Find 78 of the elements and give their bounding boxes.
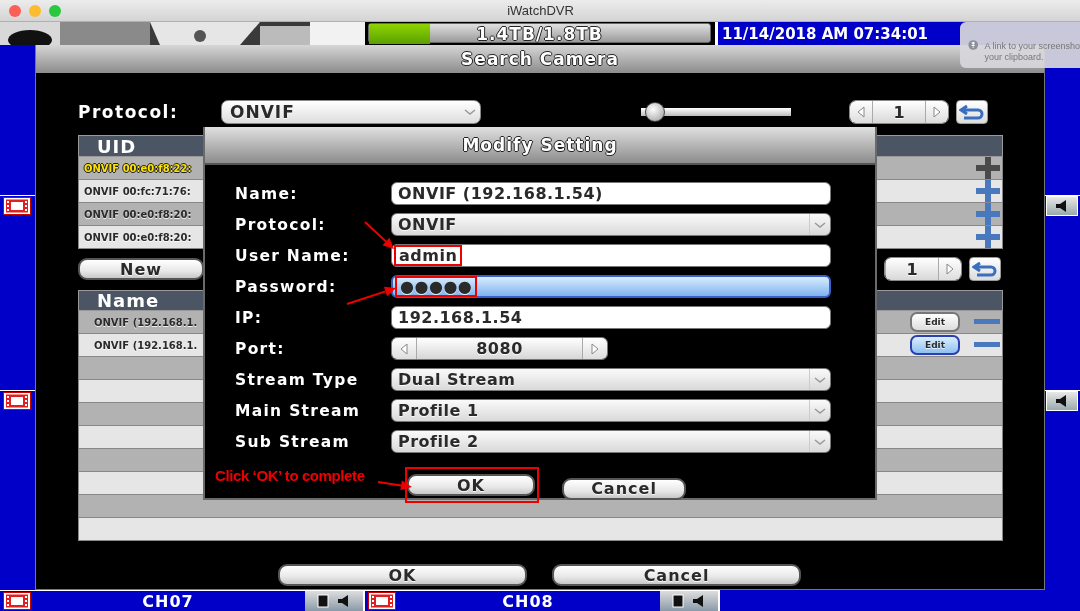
- field-label: Sub Stream: [235, 432, 352, 451]
- notification-text: A link to your screensho: [984, 40, 1080, 51]
- return-arrow-icon: [972, 261, 998, 277]
- slider-thumb[interactable]: [644, 102, 665, 122]
- dialog-title: Search Camera: [461, 49, 619, 69]
- field-label: Stream Type: [235, 370, 360, 389]
- highlight-frame: admin: [394, 245, 463, 266]
- next-button[interactable]: [926, 101, 948, 123]
- uid-text[interactable]: ONVIF 00:e0:f8:20:: [84, 231, 192, 243]
- minus-icon[interactable]: [974, 342, 1000, 348]
- dialog-title: Modify Setting: [462, 135, 618, 155]
- speaker-button[interactable]: [1046, 390, 1078, 411]
- film-icon[interactable]: [3, 196, 31, 215]
- screen-icon[interactable]: [317, 594, 329, 608]
- speaker-icon: [337, 594, 351, 608]
- uid-text[interactable]: ONVIF 00:fc:71:76:: [84, 185, 191, 197]
- page-number: 1: [872, 101, 926, 123]
- next-button[interactable]: [939, 258, 961, 280]
- right-arrow-icon: [591, 342, 599, 355]
- right-arrow-icon: [946, 263, 954, 275]
- speaker-icon: [1055, 393, 1069, 408]
- speaker-button[interactable]: [1046, 195, 1078, 216]
- camera-name[interactable]: ONVIF (192.168.1.: [84, 316, 198, 328]
- ok-button[interactable]: OK: [278, 564, 527, 586]
- field-label: IP:: [235, 308, 264, 327]
- next-button[interactable]: [583, 338, 607, 359]
- protocol-dropdown[interactable]: ONVIF: [221, 100, 481, 124]
- storage-text: 1.4TB/1.8TB: [476, 24, 603, 44]
- left-arrow-icon: [400, 342, 408, 355]
- dropdown[interactable]: Profile 1: [391, 399, 831, 422]
- plus-icon[interactable]: [976, 180, 1000, 202]
- annotation-text: Click ‘OK’ to complete: [215, 467, 365, 484]
- field-label: Protocol:: [78, 102, 180, 122]
- highlight-frame: ●●●●●: [395, 276, 478, 297]
- film-icon[interactable]: [3, 592, 31, 610]
- speaker-icon: [1055, 198, 1069, 213]
- back-button[interactable]: [956, 100, 988, 124]
- text-field[interactable]: ONVIF (192.168.1.54): [391, 182, 831, 205]
- field-label: User Name:: [235, 246, 351, 265]
- right-arrow-icon: [933, 106, 941, 118]
- window-title: iWatchDVR: [506, 3, 575, 18]
- field-label: Name:: [235, 184, 299, 203]
- close-button[interactable]: [9, 4, 21, 17]
- plus-icon[interactable]: [976, 226, 1000, 248]
- dropdown[interactable]: ONVIF: [391, 213, 831, 236]
- channel-label: CH08: [501, 591, 555, 611]
- field-label: Port:: [235, 339, 286, 358]
- speaker-icon: [692, 594, 706, 608]
- arrow: [346, 286, 396, 305]
- prev-button[interactable]: [850, 101, 872, 123]
- film-icon[interactable]: [3, 391, 31, 410]
- field-label: Main Stream: [235, 401, 362, 420]
- field-label: Protocol:: [235, 215, 327, 234]
- password-field[interactable]: ●●●●●: [391, 275, 831, 298]
- page-number: 1: [885, 258, 939, 280]
- cancel-button[interactable]: Cancel: [552, 564, 801, 586]
- port-spinner[interactable]: 8080: [391, 337, 608, 360]
- cancel-button[interactable]: Cancel: [562, 477, 686, 500]
- ok-button[interactable]: OK: [407, 474, 535, 496]
- arrow: [364, 221, 394, 249]
- screen-icon[interactable]: [672, 594, 684, 608]
- uid-text[interactable]: ONVIF 00:e0:f8:20:: [84, 208, 192, 220]
- dropdown[interactable]: Dual Stream: [391, 368, 831, 391]
- camera-name[interactable]: ONVIF (192.168.1.: [84, 339, 198, 351]
- text-field[interactable]: 192.168.1.54: [391, 306, 831, 329]
- text-field[interactable]: admin: [391, 244, 831, 267]
- film-icon[interactable]: [368, 592, 396, 610]
- notification-text: your clipboard.: [984, 51, 1045, 62]
- new-button[interactable]: New: [78, 258, 204, 280]
- left-arrow-icon: [857, 106, 865, 118]
- prev-button[interactable]: [392, 338, 416, 359]
- dropdown[interactable]: Profile 2: [391, 430, 831, 453]
- date-time: 11/14/2018 AM 07:34:01: [722, 24, 929, 43]
- edit-button[interactable]: Edit: [910, 335, 960, 355]
- return-arrow-icon: [959, 104, 985, 120]
- channel-label: CH07: [141, 591, 195, 611]
- edit-button[interactable]: Edit: [910, 312, 960, 332]
- back-button[interactable]: [969, 257, 1001, 281]
